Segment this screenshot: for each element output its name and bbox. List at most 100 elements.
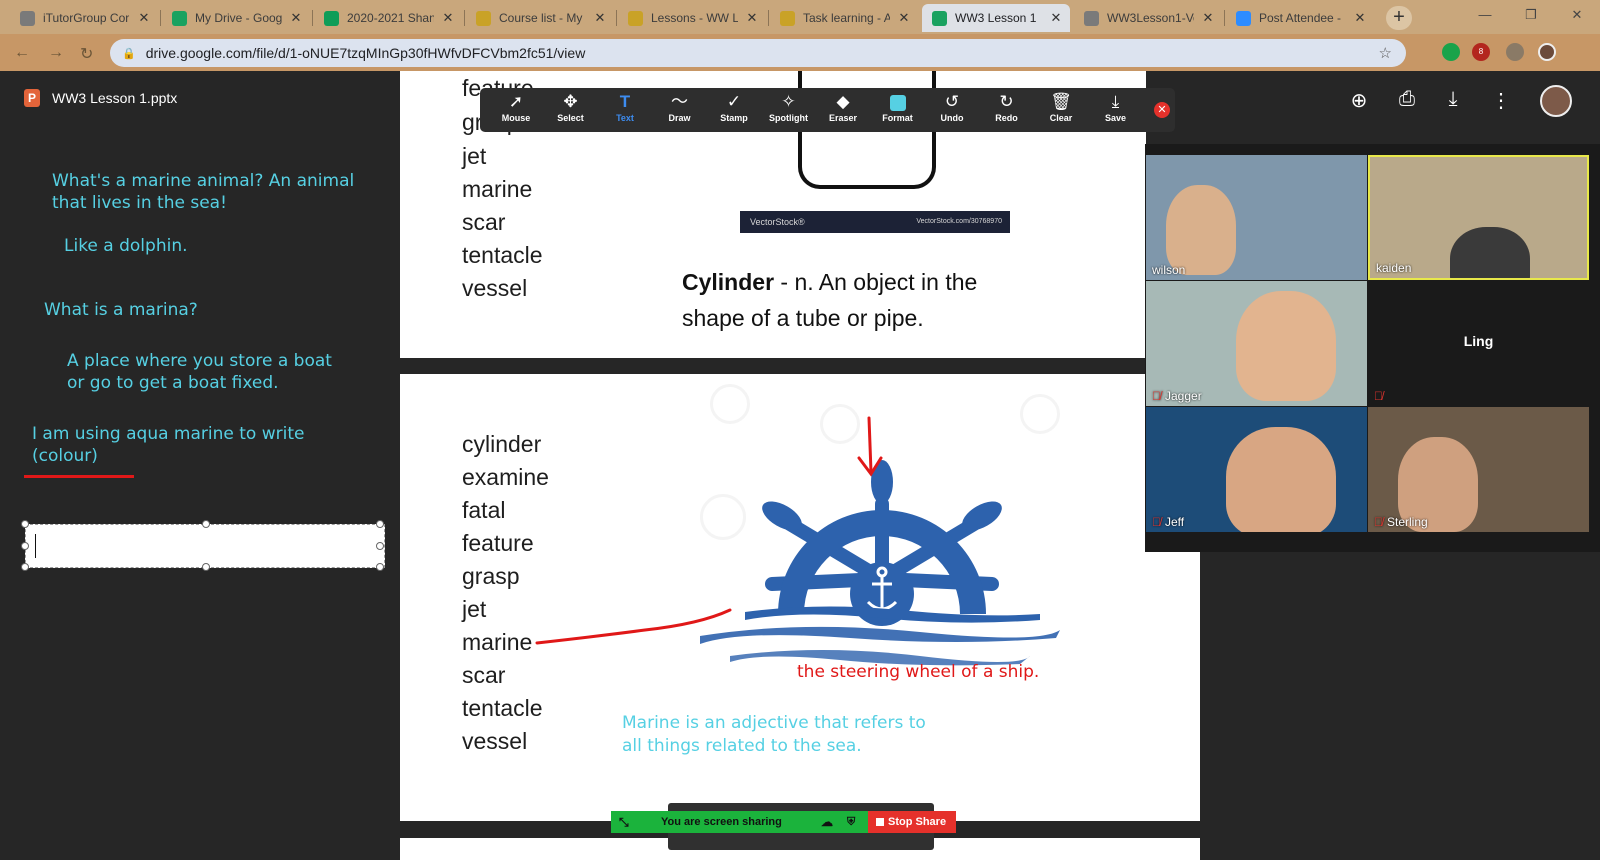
sharing-status-text: You are screen sharing xyxy=(661,816,782,828)
text-caret xyxy=(35,534,36,558)
participant-tile[interactable]: wilson xyxy=(1146,155,1367,280)
video-gallery: wilson kaiden 🎙̸ Jagger Ling 🎙̸ 🎙̸ Jeff 🎙̸ Sterli… xyxy=(1145,144,1600,552)
add-to-drive-icon[interactable]: ⊕ xyxy=(1347,88,1371,113)
drag-handle-icon[interactable]: ⤡ xyxy=(619,811,629,833)
browser-tab[interactable]: Post Attendee - ✕ xyxy=(1226,4,1374,32)
close-tab-icon[interactable]: ✕ xyxy=(440,10,456,26)
restore-button[interactable]: ❐ xyxy=(1508,0,1554,30)
resize-handle[interactable] xyxy=(376,563,384,571)
minimize-button[interactable]: — xyxy=(1462,0,1508,30)
new-tab-button[interactable]: + xyxy=(1386,6,1412,30)
browser-tab-strip: iTutorGroup Cor ✕ My Drive - Goog ✕ 2020-202… xyxy=(0,0,1600,34)
forward-icon[interactable]: → xyxy=(48,44,64,62)
tool-select[interactable]: ✥ Select xyxy=(543,91,599,123)
participant-tile[interactable]: Ling 🎙̸ xyxy=(1368,281,1589,406)
tab-title: Task learning - A xyxy=(803,11,890,25)
close-window-button[interactable]: ✕ xyxy=(1554,0,1600,30)
slide1-word: scar xyxy=(462,209,506,235)
extensions-puzzle-icon[interactable] xyxy=(1506,43,1524,61)
resize-handle[interactable] xyxy=(21,542,29,550)
close-tab-icon[interactable]: ✕ xyxy=(136,10,152,26)
tool-save[interactable]: ⤓ Save xyxy=(1088,91,1144,123)
participant-tile[interactable]: 🎙̸ Sterling xyxy=(1368,407,1589,532)
browser-tab[interactable]: Task learning - A ✕ xyxy=(770,4,918,32)
tool-stamp[interactable]: ✓ Stamp xyxy=(706,91,762,123)
tool-spotlight[interactable]: ✧ Spotlight xyxy=(761,91,817,123)
participant-video xyxy=(1450,227,1530,278)
resize-handle[interactable] xyxy=(376,542,384,550)
annotation-text-input[interactable] xyxy=(21,520,385,571)
extension-green-icon[interactable] xyxy=(1442,43,1460,61)
tool-eraser[interactable]: ◆ Eraser xyxy=(815,91,871,123)
tab-separator xyxy=(616,10,617,26)
browser-tab[interactable]: WW3Lesson1-Vo ✕ xyxy=(1074,4,1222,32)
red-underline-stroke xyxy=(24,475,134,478)
tab-separator xyxy=(160,10,161,26)
close-tab-icon[interactable]: ✕ xyxy=(288,10,304,26)
address-toolbar: ← → ↻ 🔒 drive.google.com/file/d/1-oNUE7t… xyxy=(0,34,1600,71)
participant-name-text: kaiden xyxy=(1376,261,1412,275)
tool-draw[interactable]: 〜 Draw xyxy=(652,91,708,123)
browser-tab[interactable]: My Drive - Goog ✕ xyxy=(162,4,310,32)
tool-label: Select xyxy=(557,113,584,123)
more-options-icon[interactable]: ⋮ xyxy=(1489,88,1513,113)
tool-format[interactable]: Format xyxy=(870,91,926,123)
account-avatar[interactable] xyxy=(1540,85,1572,117)
close-tab-icon[interactable]: ✕ xyxy=(1048,10,1064,26)
tool-mouse[interactable]: ➚ Mouse xyxy=(488,91,544,123)
format-color-swatch xyxy=(889,94,906,111)
browser-tab[interactable]: Course list - My ✕ xyxy=(466,4,614,32)
tool-clear[interactable]: 🗑 Clear xyxy=(1033,91,1089,123)
tool-undo[interactable]: ↺ Undo xyxy=(924,91,980,123)
close-annotation-icon[interactable]: ✕ xyxy=(1154,102,1170,118)
annotation-a2: A place where you store a boat xyxy=(67,351,332,371)
resize-handle[interactable] xyxy=(376,520,384,528)
person-icon xyxy=(628,10,643,26)
stop-share-button[interactable]: Stop Share xyxy=(868,811,956,833)
url-bar[interactable]: 🔒 drive.google.com/file/d/1-oNUE7tzqMInG… xyxy=(110,39,1406,67)
tool-label: Mouse xyxy=(501,113,531,123)
slide1-word: vessel xyxy=(462,275,528,301)
reload-icon[interactable]: ↻ xyxy=(80,44,93,64)
resize-handle[interactable] xyxy=(202,563,210,571)
tool-label: Text xyxy=(616,113,634,123)
tool-label: Format xyxy=(882,113,913,123)
print-icon[interactable]: ⎙ xyxy=(1395,88,1419,111)
resize-handle[interactable] xyxy=(21,520,29,528)
sharing-status[interactable]: ⤡ You are screen sharing ☁ ⛨ xyxy=(611,811,868,833)
profile-avatar[interactable] xyxy=(1538,43,1556,61)
back-icon[interactable]: ← xyxy=(14,44,30,62)
participant-tile[interactable]: kaiden xyxy=(1368,155,1589,280)
tool-text[interactable]: T Text xyxy=(597,91,653,123)
muted-mic-icon: 🎙̸ xyxy=(1374,515,1383,529)
participant-name: 🎙̸ Sterling xyxy=(1374,515,1428,529)
muted-mic-icon: 🎙̸ xyxy=(1152,389,1161,403)
resize-handle[interactable] xyxy=(21,563,29,571)
tool-label: Redo xyxy=(995,113,1018,123)
tool-redo[interactable]: ↻ Redo xyxy=(979,91,1035,123)
browser-tab[interactable]: Lessons - WW L ✕ xyxy=(618,4,766,32)
shield-icon: ⛨ xyxy=(847,816,856,828)
close-tab-icon[interactable]: ✕ xyxy=(1200,10,1216,26)
participant-name-text: Jagger xyxy=(1165,389,1202,403)
tab-title: WW3Lesson1-Vo xyxy=(1107,11,1194,25)
participant-name: 🎙̸ Jeff xyxy=(1152,515,1184,529)
zoom-annotation-toolbar: ✕ ➚ Mouse ✥ Select T Text 〜 Draw ✓ Stamp ✧ Spotligh… xyxy=(480,88,1175,132)
extension-badge-icon[interactable]: 8 xyxy=(1472,43,1490,61)
powerpoint-file-icon: P xyxy=(24,89,40,107)
close-tab-icon[interactable]: ✕ xyxy=(896,10,912,26)
browser-tab[interactable]: iTutorGroup Cor ✕ xyxy=(10,4,158,32)
participant-tile[interactable]: 🎙̸ Jagger xyxy=(1146,281,1367,406)
bookmark-star-icon[interactable]: ☆ xyxy=(1379,44,1392,62)
download-icon[interactable]: ⤓ xyxy=(1441,88,1465,111)
participant-tile[interactable]: 🎙̸ Jeff xyxy=(1146,407,1367,532)
participant-video xyxy=(1226,427,1336,532)
close-tab-icon[interactable]: ✕ xyxy=(592,10,608,26)
browser-tab[interactable]: WW3 Lesson 1 ✕ xyxy=(922,4,1070,32)
file-name: WW3 Lesson 1.pptx xyxy=(52,90,178,106)
close-tab-icon[interactable]: ✕ xyxy=(1352,10,1368,26)
resize-handle[interactable] xyxy=(202,520,210,528)
browser-tab[interactable]: 2020-2021 Shan ✕ xyxy=(314,4,462,32)
close-tab-icon[interactable]: ✕ xyxy=(744,10,760,26)
tab-title: 2020-2021 Shan xyxy=(347,11,434,25)
